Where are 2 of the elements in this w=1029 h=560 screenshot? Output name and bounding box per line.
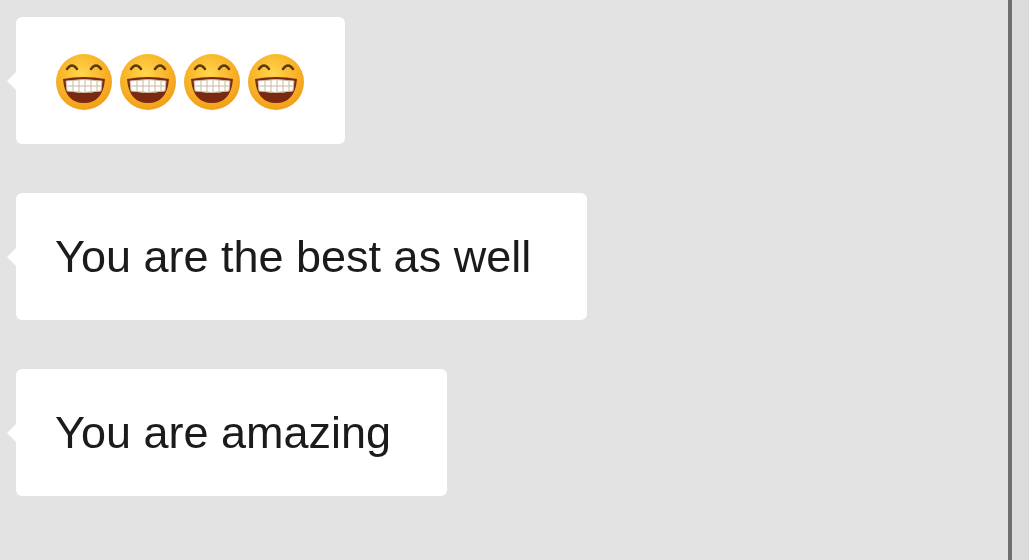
message-text: You are amazing: [55, 406, 392, 459]
message-text: You are the best as well: [55, 230, 532, 283]
